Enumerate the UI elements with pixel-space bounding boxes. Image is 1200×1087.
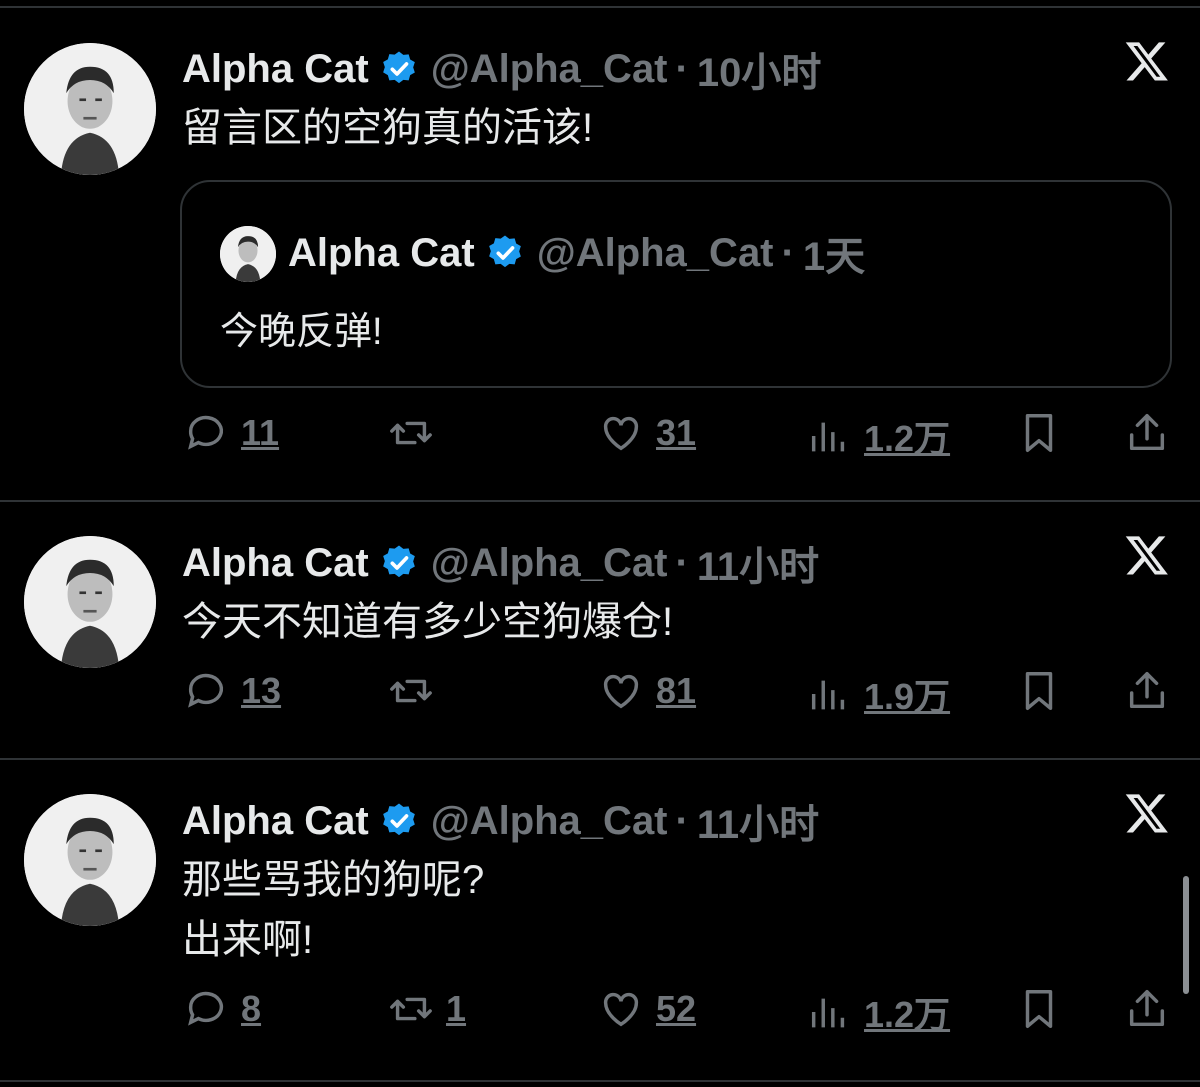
retweet-count: 1	[446, 988, 467, 1029]
separator-dot: ·	[675, 46, 689, 91]
reply-count: 11	[241, 412, 280, 453]
reply-button[interactable]: 8	[183, 986, 261, 1032]
bookmark-button[interactable]	[1016, 668, 1062, 714]
like-button[interactable]: 81	[598, 668, 696, 714]
reply-icon	[188, 991, 224, 1026]
views-icon	[811, 422, 845, 452]
quoted-text: 今晚反弹!	[220, 311, 383, 353]
share-icon	[1129, 414, 1165, 451]
quoted-avatar[interactable]	[220, 226, 276, 282]
avatar[interactable]	[24, 536, 156, 668]
quoted-time[interactable]: 1天	[803, 224, 865, 282]
avatar[interactable]	[24, 43, 156, 175]
reply-icon	[188, 673, 224, 708]
bookmark-icon	[1025, 990, 1053, 1028]
views-count: 1.2万	[864, 994, 951, 1035]
like-icon	[603, 674, 639, 709]
tweet-time[interactable]: 11小时	[697, 792, 819, 850]
verified-icon	[382, 803, 415, 836]
like-count: 52	[656, 988, 697, 1029]
quoted-author-handle[interactable]: @Alpha_Cat	[537, 231, 774, 276]
tweet-3[interactable]: Alpha Cat @Alpha_Cat · 11小时 那些骂我的狗呢? 出来啊…	[0, 760, 1200, 1080]
avatar-portrait-icon	[24, 536, 156, 668]
tweet-text: 那些骂我的狗呢? 出来啊!	[182, 858, 485, 962]
share-icon	[1129, 990, 1165, 1027]
tweet-header: Alpha Cat @Alpha_Cat · 11小时	[182, 792, 819, 850]
tweet-text: 留言区的空狗真的活该!	[182, 106, 594, 150]
bookmark-icon	[1025, 672, 1053, 710]
author-name[interactable]: Alpha Cat	[182, 799, 369, 844]
views-icon	[811, 998, 845, 1028]
author-name[interactable]: Alpha Cat	[182, 541, 369, 586]
views-icon	[811, 680, 845, 710]
x-logo-icon	[1124, 790, 1170, 836]
views-button[interactable]: 1.2万	[806, 410, 950, 462]
like-icon	[603, 416, 639, 451]
scrollbar[interactable]	[1183, 876, 1189, 994]
reply-icon	[188, 415, 224, 450]
separator-dot: ·	[675, 540, 689, 585]
views-button[interactable]: 1.9万	[806, 668, 950, 720]
retweet-button[interactable]	[388, 410, 446, 456]
verified-icon	[382, 545, 415, 578]
like-button[interactable]: 52	[598, 986, 696, 1032]
views-button[interactable]: 1.2万	[806, 986, 950, 1038]
x-logo-icon	[1124, 38, 1170, 84]
like-icon	[603, 992, 639, 1027]
like-count: 31	[656, 412, 697, 453]
bookmark-icon	[1025, 414, 1053, 452]
avatar-portrait-icon	[24, 794, 156, 926]
share-button[interactable]	[1124, 410, 1170, 456]
reply-count: 13	[241, 670, 282, 711]
views-count: 1.2万	[864, 418, 951, 459]
x-logo-icon	[1124, 532, 1170, 578]
retweet-button[interactable]: 1	[388, 986, 466, 1032]
retweet-icon	[390, 679, 432, 703]
share-icon	[1129, 672, 1165, 709]
tweet-1[interactable]: Alpha Cat @Alpha_Cat · 10小时 留言区的空狗真的活该! …	[0, 0, 1200, 500]
separator-dot: ·	[675, 798, 689, 843]
quoted-header: Alpha Cat @Alpha_Cat · 1天	[288, 224, 865, 282]
author-handle[interactable]: @Alpha_Cat	[431, 541, 668, 586]
retweet-icon	[390, 997, 432, 1021]
tweet-header: Alpha Cat @Alpha_Cat · 10小时	[182, 40, 821, 98]
author-name[interactable]: Alpha Cat	[182, 47, 369, 92]
verified-icon	[488, 235, 521, 268]
avatar-portrait-icon	[24, 43, 156, 175]
like-button[interactable]: 31	[598, 410, 696, 456]
tweet-2[interactable]: Alpha Cat @Alpha_Cat · 11小时 今天不知道有多少空狗爆仓…	[0, 502, 1200, 758]
share-button[interactable]	[1124, 668, 1170, 714]
tweet-header: Alpha Cat @Alpha_Cat · 11小时	[182, 534, 819, 592]
action-bar: 8 1 52 1.2万	[0, 986, 1200, 1046]
bookmark-button[interactable]	[1016, 410, 1062, 456]
tweet-time[interactable]: 10小时	[697, 40, 822, 98]
views-count: 1.9万	[864, 676, 951, 717]
tweet-text: 今天不知道有多少空狗爆仓!	[182, 600, 674, 644]
author-handle[interactable]: @Alpha_Cat	[431, 47, 668, 92]
author-handle[interactable]: @Alpha_Cat	[431, 799, 668, 844]
action-bar: 11 31 1.2万	[0, 410, 1200, 470]
like-count: 81	[656, 670, 697, 711]
bookmark-button[interactable]	[1016, 986, 1062, 1032]
quoted-tweet[interactable]: Alpha Cat @Alpha_Cat · 1天 今晚反弹!	[180, 180, 1172, 388]
avatar[interactable]	[24, 794, 156, 926]
avatar-portrait-icon	[220, 226, 276, 282]
quoted-author-name[interactable]: Alpha Cat	[288, 231, 475, 276]
share-button[interactable]	[1124, 986, 1170, 1032]
action-bar: 13 81 1.9万	[0, 668, 1200, 728]
retweet-icon	[390, 421, 432, 445]
bottom-divider	[0, 1080, 1200, 1082]
separator-dot: ·	[781, 230, 795, 275]
reply-button[interactable]: 11	[183, 410, 279, 456]
reply-button[interactable]: 13	[183, 668, 281, 714]
tweet-time[interactable]: 11小时	[697, 534, 819, 592]
reply-count: 8	[241, 988, 262, 1029]
retweet-button[interactable]	[388, 668, 446, 714]
verified-icon	[382, 51, 415, 84]
